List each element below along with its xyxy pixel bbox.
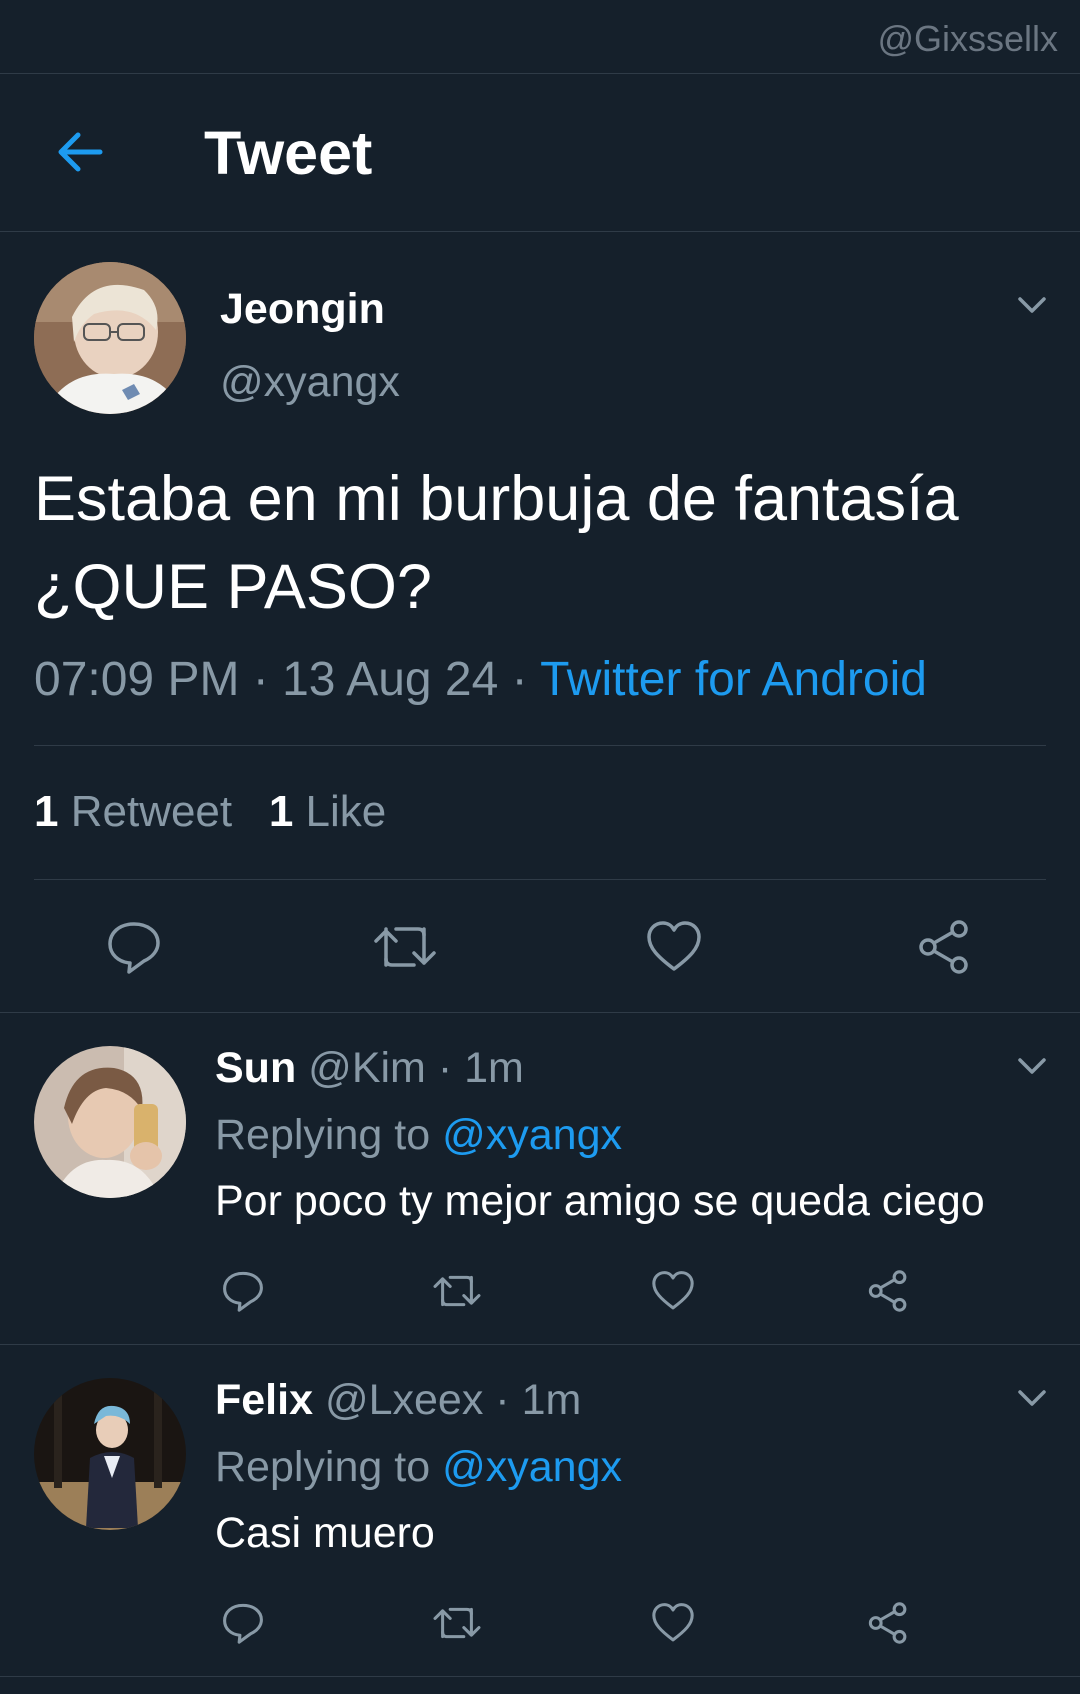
retweet-icon bbox=[433, 1275, 481, 1307]
tweet-date: 13 Aug 24 bbox=[282, 653, 499, 706]
tweet-text-line: Estaba en mi burbuja de fantasía bbox=[34, 464, 959, 534]
share-icon bbox=[868, 1602, 907, 1644]
retweets-label: Retweet bbox=[70, 787, 233, 836]
meta-separator: · bbox=[239, 653, 283, 706]
reply-author-handle[interactable]: @Lxeex bbox=[325, 1376, 483, 1424]
back-button[interactable] bbox=[50, 122, 110, 182]
watermark-bar: @Gixssellx bbox=[0, 0, 1080, 74]
reply-button[interactable] bbox=[220, 1600, 266, 1646]
meta-separator: · bbox=[498, 653, 541, 706]
divider bbox=[0, 1676, 1080, 1677]
reply-time: 1m bbox=[464, 1044, 524, 1092]
reply-text: Por poco ty mejor amigo se queda ciego bbox=[215, 1177, 985, 1225]
divider bbox=[34, 879, 1046, 880]
replying-label: Replying to bbox=[215, 1443, 431, 1491]
share-button[interactable] bbox=[865, 1600, 911, 1646]
tweet-text-line: ¿QUE PASO? bbox=[34, 552, 432, 622]
replying-to: Replying to @xyangx bbox=[215, 1443, 622, 1492]
retweet-icon bbox=[433, 1607, 481, 1639]
retweets-stat[interactable]: 1 Retweet bbox=[34, 787, 232, 836]
author-name[interactable]: Jeongin bbox=[220, 285, 385, 334]
avatar-image bbox=[34, 262, 186, 414]
share-icon bbox=[868, 1270, 907, 1312]
avatar[interactable] bbox=[34, 262, 186, 414]
reply-author-name[interactable]: Felix bbox=[215, 1376, 313, 1424]
page-title: Tweet bbox=[204, 119, 373, 187]
tweet-text: Estaba en mi burbuja de fantasía ¿QUE PA… bbox=[34, 455, 1054, 631]
avatar[interactable] bbox=[34, 1378, 186, 1530]
tweet-source-link[interactable]: Twitter for Android bbox=[540, 653, 927, 706]
meta-separator: · bbox=[483, 1376, 522, 1424]
reply-header: Sun @Kim · 1m bbox=[215, 1044, 524, 1093]
reply-author-name[interactable]: Sun bbox=[215, 1044, 296, 1092]
share-button[interactable] bbox=[865, 1268, 911, 1314]
avatar-image bbox=[34, 1046, 186, 1198]
tweet-stats: 1 Retweet 1 Like bbox=[34, 787, 386, 837]
reply-time: 1m bbox=[521, 1376, 582, 1424]
author-handle[interactable]: @xyangx bbox=[220, 358, 400, 407]
reply-icon bbox=[108, 922, 160, 974]
chevron-down-icon bbox=[1018, 1390, 1046, 1406]
heart-icon bbox=[652, 1271, 694, 1310]
reply-menu-button[interactable] bbox=[1012, 1046, 1052, 1086]
like-button[interactable] bbox=[644, 917, 704, 977]
retweet-button[interactable] bbox=[372, 917, 438, 977]
heart-icon bbox=[647, 921, 701, 971]
reply-button[interactable] bbox=[220, 1268, 266, 1314]
avatar-image bbox=[34, 1378, 186, 1530]
retweet-button[interactable] bbox=[432, 1268, 482, 1314]
replying-to: Replying to @xyangx bbox=[215, 1111, 622, 1160]
tweet-menu-button[interactable] bbox=[1012, 285, 1052, 325]
reply-icon bbox=[223, 1271, 263, 1312]
header: Tweet bbox=[0, 74, 1080, 232]
divider bbox=[34, 745, 1046, 746]
likes-stat[interactable]: 1 Like bbox=[269, 787, 386, 836]
reply-header: Felix @Lxeex · 1m bbox=[215, 1376, 581, 1425]
retweet-icon bbox=[374, 927, 436, 967]
share-icon bbox=[919, 920, 968, 974]
like-button[interactable] bbox=[650, 1268, 696, 1314]
likes-label: Like bbox=[305, 787, 387, 836]
tweet-meta: 07:09 PM · 13 Aug 24 · Twitter for Andro… bbox=[34, 652, 927, 707]
heart-icon bbox=[652, 1603, 694, 1642]
mention-link[interactable]: @xyangx bbox=[442, 1443, 622, 1491]
reply-menu-button[interactable] bbox=[1012, 1378, 1052, 1418]
tweet-time: 07:09 PM bbox=[34, 653, 240, 706]
retweets-count: 1 bbox=[34, 787, 59, 836]
reply-button[interactable] bbox=[104, 917, 164, 977]
retweet-button[interactable] bbox=[432, 1600, 482, 1646]
reply-author-handle[interactable]: @Kim bbox=[308, 1044, 426, 1092]
reply-text: Casi muero bbox=[215, 1509, 435, 1557]
meta-separator: · bbox=[425, 1044, 465, 1092]
like-button[interactable] bbox=[650, 1600, 696, 1646]
reply-icon bbox=[223, 1603, 263, 1644]
watermark: @Gixssellx bbox=[877, 18, 1058, 59]
mention-link[interactable]: @xyangx bbox=[442, 1111, 622, 1159]
chevron-down-icon bbox=[1018, 1058, 1046, 1074]
divider bbox=[0, 1344, 1080, 1345]
arrow-left-icon bbox=[58, 132, 103, 172]
divider bbox=[0, 1012, 1080, 1013]
replying-label: Replying to bbox=[215, 1111, 431, 1159]
share-button[interactable] bbox=[914, 917, 974, 977]
avatar[interactable] bbox=[34, 1046, 186, 1198]
chevron-down-icon bbox=[1018, 297, 1046, 313]
likes-count: 1 bbox=[268, 787, 294, 836]
